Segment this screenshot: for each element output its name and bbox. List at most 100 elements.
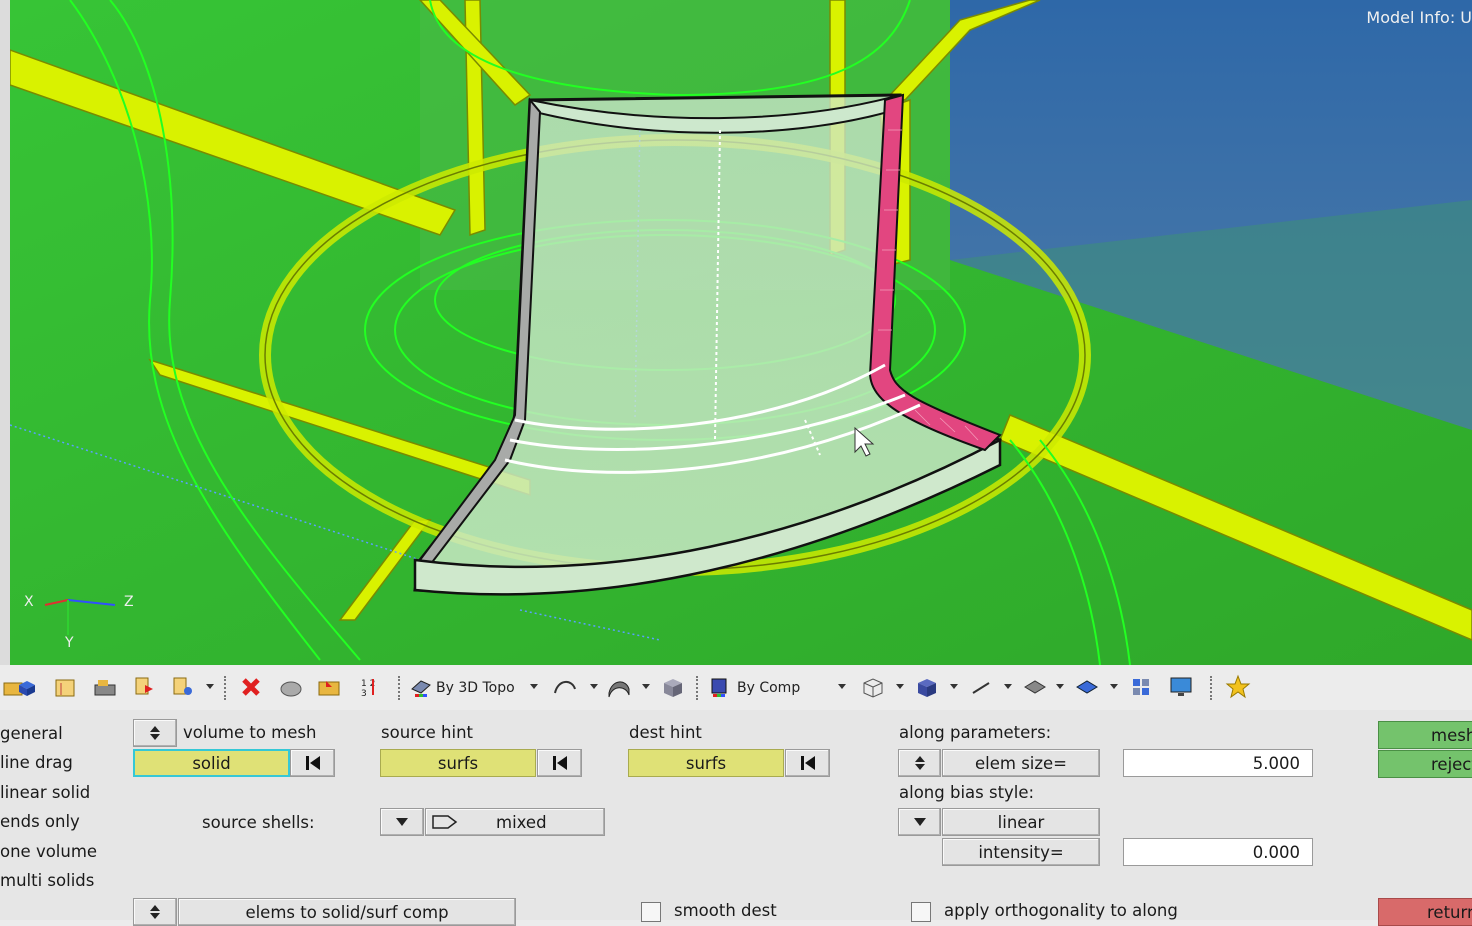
chevron-down-icon xyxy=(913,818,926,826)
toolbar-separator xyxy=(224,676,226,700)
plane-icon[interactable] xyxy=(1022,674,1048,700)
intensity-input[interactable]: 0.000 xyxy=(1123,838,1313,866)
elem-size-value: 5.000 xyxy=(1252,753,1300,773)
surface-icon[interactable] xyxy=(606,674,632,700)
sidebar-item-line-drag[interactable]: line drag xyxy=(0,748,73,777)
shaded-cube-icon[interactable] xyxy=(914,674,940,700)
elem-size-input[interactable]: 5.000 xyxy=(1123,749,1313,777)
elem-size-button[interactable]: elem size= xyxy=(942,749,1100,777)
surface-dropdown[interactable] xyxy=(642,682,650,690)
mesh-button[interactable]: mesh xyxy=(1378,721,1472,749)
toolbar-separator xyxy=(1210,676,1212,700)
shaded-dropdown[interactable] xyxy=(950,682,958,690)
model-scene xyxy=(10,0,1472,665)
sidebar-item-one-volume[interactable]: one volume xyxy=(0,837,97,866)
solid-selector[interactable]: solid xyxy=(133,749,290,777)
elems-to-comp-toggle[interactable] xyxy=(133,898,177,926)
dest-hint-label: dest hint xyxy=(629,723,702,742)
source-hint-selector[interactable]: surfs xyxy=(380,749,536,777)
volume-to-mesh-label: volume to mesh xyxy=(183,723,317,742)
smooth-dest-checkbox[interactable] xyxy=(641,902,661,922)
source-hint-selector-label: surfs xyxy=(437,753,479,773)
bias-style-select[interactable]: linear xyxy=(942,808,1100,836)
smooth-dest-label: smooth dest xyxy=(674,901,777,920)
apply-orthogonality-label: apply orthogonality to along xyxy=(944,901,1178,920)
reject-button-label: reject xyxy=(1431,754,1472,774)
topo-mode-dropdown[interactable] xyxy=(530,682,538,690)
sidebar-item-general[interactable]: general xyxy=(0,719,63,748)
delete-icon[interactable] xyxy=(238,674,264,700)
grid-folder-icon[interactable] xyxy=(52,674,78,700)
axis-x-label: X xyxy=(24,594,34,610)
intensity-button[interactable]: intensity= xyxy=(942,838,1100,866)
bias-style-value: linear xyxy=(997,812,1045,832)
along-bias-style-label: along bias style: xyxy=(899,783,1035,802)
source-hint-reset-button[interactable] xyxy=(537,749,582,777)
curve-icon[interactable] xyxy=(552,674,578,700)
return-button[interactable]: return xyxy=(1378,898,1472,926)
hierarchy-dropdown[interactable] xyxy=(206,682,214,690)
mesh-panel: general line drag linear solid ends only… xyxy=(0,710,1472,926)
solid-reset-button[interactable] xyxy=(290,749,335,777)
plane-dropdown[interactable] xyxy=(1056,682,1064,690)
star-icon[interactable] xyxy=(1225,674,1251,700)
intensity-button-label: intensity= xyxy=(978,842,1064,862)
apply-orthogonality-checkbox[interactable] xyxy=(911,902,931,922)
sidebar-item-ends-only[interactable]: ends only xyxy=(0,807,80,836)
dest-hint-reset-button[interactable] xyxy=(785,749,830,777)
color-mode-value: By Comp xyxy=(737,680,801,696)
updown-arrows-icon xyxy=(150,726,160,740)
axis-y-label: Y xyxy=(65,635,74,651)
elems-to-comp-value: elems to solid/surf comp xyxy=(245,902,449,922)
elems-to-comp-select[interactable]: elems to solid/surf comp xyxy=(178,898,516,926)
solid-cube-icon[interactable] xyxy=(660,674,686,700)
line-icon[interactable] xyxy=(968,674,994,700)
folder-arrow-icon[interactable] xyxy=(316,674,342,700)
line-dropdown[interactable] xyxy=(1004,682,1012,690)
updown-arrows-icon xyxy=(914,756,925,770)
wireframe-dropdown[interactable] xyxy=(896,682,904,690)
collectors-icon[interactable] xyxy=(278,674,304,700)
color-mode-select[interactable]: By Comp xyxy=(737,674,800,702)
monitor-icon[interactable] xyxy=(1168,674,1194,700)
chevron-down-icon xyxy=(396,818,408,826)
shell-shape-icon xyxy=(432,815,458,829)
toolbar-separator xyxy=(398,676,400,700)
return-button-label: return xyxy=(1427,902,1472,922)
red-flag-icon[interactable] xyxy=(132,674,158,700)
svg-text:3: 3 xyxy=(361,689,367,699)
solid-selector-label: solid xyxy=(192,753,231,773)
graphics-viewport[interactable]: Model Info: U X Y Z xyxy=(10,0,1472,665)
source-shells-dropdown[interactable] xyxy=(380,808,424,836)
sidebar-item-multi-solids[interactable]: multi solids xyxy=(0,866,94,895)
tool-box-icon[interactable] xyxy=(92,674,118,700)
along-parameters-label: along parameters: xyxy=(899,723,1052,742)
intensity-value: 0.000 xyxy=(1252,842,1300,862)
dest-hint-selector[interactable]: surfs xyxy=(628,749,784,777)
along-param-toggle[interactable] xyxy=(898,749,941,777)
numbering-icon[interactable]: 1 23 xyxy=(356,674,382,700)
source-shells-select[interactable]: mixed xyxy=(425,808,605,836)
topology-icon[interactable] xyxy=(408,674,434,700)
hierarchy-icon[interactable] xyxy=(170,674,196,700)
topo-mode-value: By 3D Topo xyxy=(436,680,515,696)
updown-arrows-icon xyxy=(150,905,160,919)
rewind-icon xyxy=(552,756,567,770)
sidebar-item-linear-solid[interactable]: linear solid xyxy=(0,778,90,807)
dest-hint-selector-label: surfs xyxy=(685,753,727,773)
curve-dropdown[interactable] xyxy=(590,682,598,690)
color-mode-dropdown[interactable] xyxy=(838,682,846,690)
topo-mode-select[interactable]: By 3D Topo xyxy=(436,674,515,702)
wireframe-cube-icon[interactable] xyxy=(860,674,886,700)
card-icon[interactable] xyxy=(1128,674,1154,700)
reject-button[interactable]: reject xyxy=(1378,750,1472,778)
blue-box-icon[interactable] xyxy=(14,674,40,700)
source-shells-label: source shells: xyxy=(202,813,315,832)
volume-to-mesh-toggle[interactable] xyxy=(133,719,177,747)
blue-plane-dropdown[interactable] xyxy=(1110,682,1118,690)
left-edge-strip xyxy=(0,0,10,665)
bias-style-dropdown[interactable] xyxy=(898,808,941,836)
blue-plane-icon[interactable] xyxy=(1074,674,1100,700)
comp-color-icon[interactable] xyxy=(706,674,732,700)
model-info-label: Model Info: U xyxy=(1366,8,1472,27)
